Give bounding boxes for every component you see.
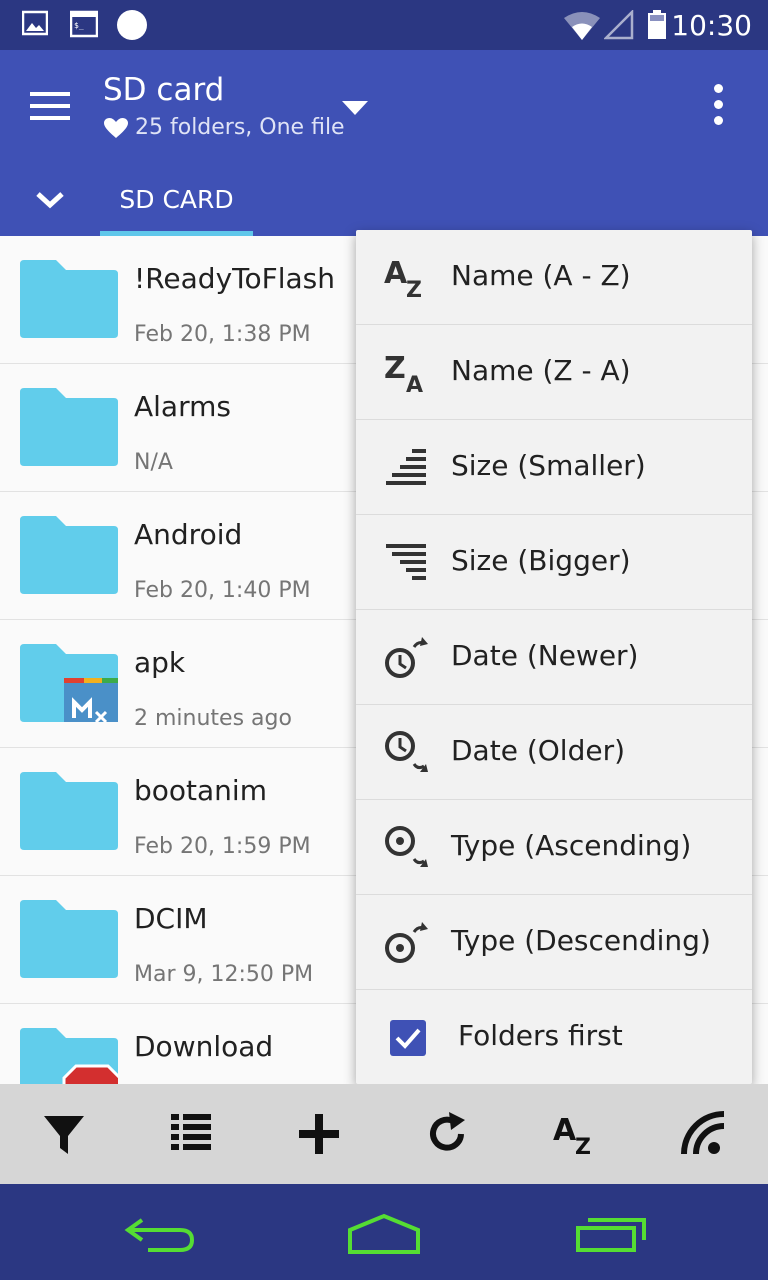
date-older-icon xyxy=(385,731,428,772)
file-name: Android xyxy=(134,518,243,551)
menu-label: Type (Ascending) xyxy=(451,829,692,862)
back-icon[interactable] xyxy=(122,1212,202,1256)
file-name: DCIM xyxy=(134,902,208,935)
cast-icon[interactable] xyxy=(680,1110,728,1158)
file-date: Feb 20, 1:40 PM xyxy=(134,578,311,603)
svg-text:Z: Z xyxy=(406,278,422,301)
subtitle-text: 25 folders, One file xyxy=(135,115,345,140)
date-newer-icon xyxy=(385,637,428,678)
page-subtitle: 25 folders, One file xyxy=(103,115,345,140)
bottom-toolbar: A Z xyxy=(0,1084,768,1184)
folder-download-icon xyxy=(20,1028,118,1084)
folder-icon xyxy=(20,388,118,466)
file-name: apk xyxy=(134,646,186,679)
folder-icon xyxy=(20,772,118,850)
size-bigger-icon xyxy=(386,544,426,580)
svg-text:Z: Z xyxy=(575,1135,591,1158)
menu-item-date-older[interactable]: Date (Older) xyxy=(356,705,752,800)
folder-icon xyxy=(20,516,118,594)
status-time: 10:30 xyxy=(671,9,752,42)
svg-text:A: A xyxy=(384,256,408,291)
checkmark-icon xyxy=(395,1028,421,1049)
menu-item-size-smaller[interactable]: Size (Smaller) xyxy=(356,420,752,515)
tab-sd-card[interactable]: SD CARD xyxy=(100,176,253,236)
page-title[interactable]: SD card xyxy=(103,72,224,108)
image-icon xyxy=(22,10,48,36)
status-bar: $_ 10:30 xyxy=(0,0,768,50)
tab-label: SD CARD xyxy=(119,185,234,214)
type-descending-icon xyxy=(385,922,428,963)
file-name: Download xyxy=(134,1030,274,1063)
menu-item-type-desc[interactable]: Type (Descending) xyxy=(356,895,752,990)
menu-item-date-newer[interactable]: Date (Newer) xyxy=(356,610,752,705)
size-smaller-icon xyxy=(386,449,426,485)
folders-first-checkbox[interactable] xyxy=(390,1020,426,1056)
overflow-menu-icon[interactable] xyxy=(700,80,740,130)
menu-label: Size (Smaller) xyxy=(451,449,646,482)
menu-label: Date (Older) xyxy=(451,734,626,767)
folder-apk-icon xyxy=(20,644,118,722)
menu-label: Folders first xyxy=(458,1019,623,1052)
file-date: Feb 20, 1:38 PM xyxy=(134,322,311,347)
sort-az-icon: A Z xyxy=(384,256,422,301)
file-name: Alarms xyxy=(134,390,231,423)
menu-label: Type (Descending) xyxy=(451,924,711,957)
home-icon[interactable] xyxy=(344,1212,424,1256)
file-date: Feb 20, 1:59 PM xyxy=(134,834,311,859)
sort-za-icon: Z A xyxy=(384,351,423,396)
menu-item-size-bigger[interactable]: Size (Bigger) xyxy=(356,515,752,610)
sort-icon[interactable]: A Z xyxy=(551,1110,599,1158)
dropdown-arrow-icon[interactable] xyxy=(340,98,370,118)
add-icon[interactable] xyxy=(295,1110,343,1158)
hamburger-menu-icon[interactable] xyxy=(20,80,80,132)
menu-label: Name (Z - A) xyxy=(451,354,631,387)
menu-item-name-desc[interactable]: Z A Name (Z - A) xyxy=(356,325,752,420)
file-name: bootanim xyxy=(134,774,267,807)
wifi-icon xyxy=(564,12,600,40)
file-date: Mar 9, 12:50 PM xyxy=(134,962,314,987)
menu-label: Size (Bigger) xyxy=(451,544,631,577)
terminal-icon: $_ xyxy=(70,10,98,38)
chevron-down-icon[interactable] xyxy=(30,185,70,215)
filter-icon[interactable] xyxy=(40,1110,88,1158)
circle-icon xyxy=(117,10,147,40)
recents-icon[interactable] xyxy=(572,1212,652,1256)
nav-bar xyxy=(0,1184,768,1280)
svg-text:Z: Z xyxy=(384,351,406,386)
list-view-icon[interactable] xyxy=(167,1110,215,1158)
file-date: 2 minutes ago xyxy=(134,706,292,731)
svg-text:$_: $_ xyxy=(74,21,84,30)
app-bar: SD card 25 folders, One file SD CARD xyxy=(0,50,768,236)
screen: $_ 10:30 SD card 25 folders, One file SD… xyxy=(0,0,768,1280)
menu-label: Date (Newer) xyxy=(451,639,639,672)
file-name: !ReadyToFlash xyxy=(134,262,336,295)
menu-item-type-asc[interactable]: Type (Ascending) xyxy=(356,800,752,895)
file-date: N/A xyxy=(134,450,173,475)
menu-label: Name (A - Z) xyxy=(451,259,631,292)
menu-item-name-asc[interactable]: A Z Name (A - Z) xyxy=(356,230,752,325)
svg-text:A: A xyxy=(406,373,423,396)
cell-signal-icon xyxy=(604,10,634,40)
heart-icon xyxy=(104,117,128,138)
folder-icon xyxy=(20,900,118,978)
battery-icon xyxy=(648,10,666,39)
sort-menu: A Z Name (A - Z) Z A Name (Z - A) Size (… xyxy=(356,230,752,1084)
refresh-icon[interactable] xyxy=(423,1110,471,1158)
folder-icon xyxy=(20,260,118,338)
type-ascending-icon xyxy=(385,826,428,867)
menu-item-folders-first[interactable]: Folders first xyxy=(356,990,752,1085)
svg-text:A: A xyxy=(553,1113,577,1148)
